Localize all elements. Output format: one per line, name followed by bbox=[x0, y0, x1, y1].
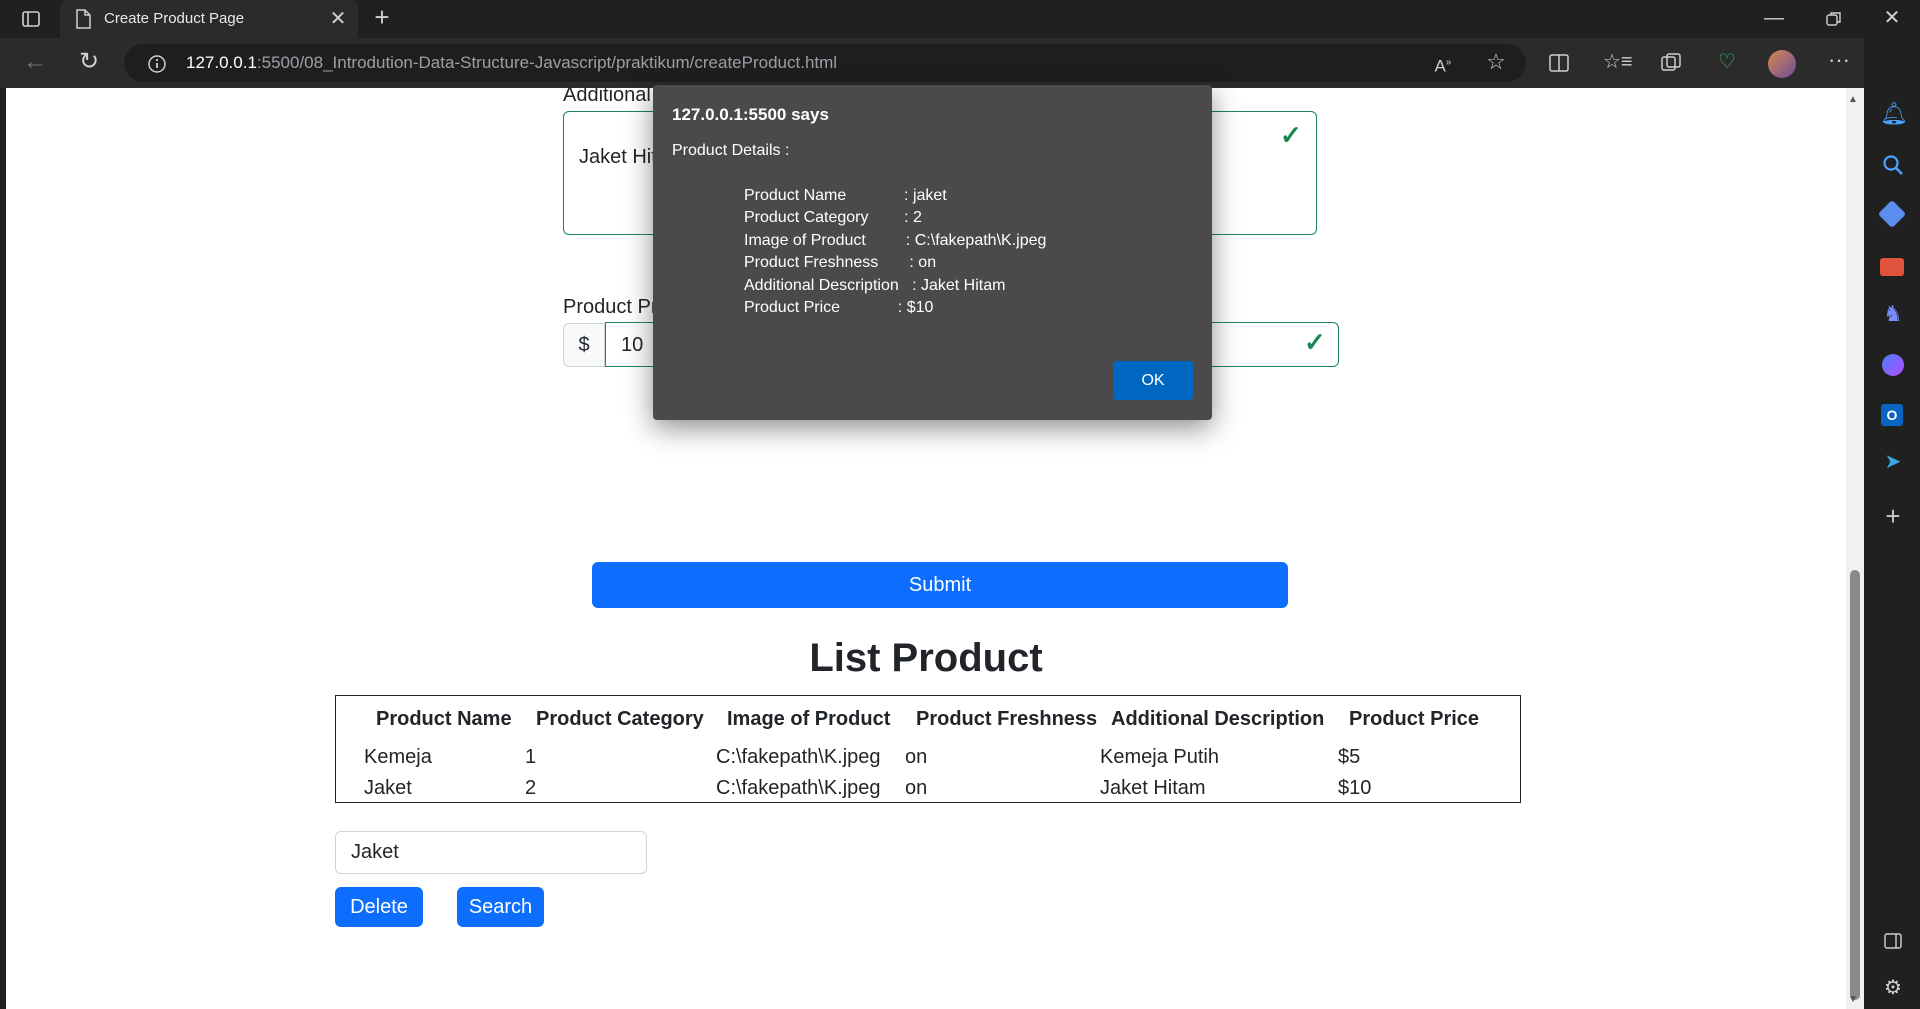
site-info-icon[interactable] bbox=[147, 54, 167, 79]
product-table: Product Name Product Category Image of P… bbox=[335, 695, 1521, 803]
profile-avatar[interactable] bbox=[1768, 50, 1796, 78]
add-sidebar-app-icon[interactable]: + bbox=[1880, 503, 1906, 529]
product-price-label: Product Pr bbox=[563, 296, 658, 318]
sidebar-search-icon[interactable] bbox=[1882, 154, 1904, 181]
collections-icon[interactable] bbox=[1660, 53, 1682, 78]
search-button[interactable]: Search bbox=[457, 887, 544, 927]
page-icon bbox=[74, 9, 92, 34]
dialog-detail-line: Product Freshness : on bbox=[744, 254, 937, 271]
additional-description-label: Additional bbox=[563, 84, 651, 106]
games-icon[interactable]: ♞ bbox=[1880, 303, 1906, 325]
cell-description: Jaket Hitam bbox=[1100, 777, 1206, 799]
dialog-detail-line: Product Price : $10 bbox=[744, 299, 934, 316]
scrollbar-thumb[interactable] bbox=[1850, 570, 1860, 1000]
list-product-title: List Product bbox=[809, 636, 1043, 680]
header-image-of-product: Image of Product bbox=[727, 708, 891, 730]
cell-product-name: Jaket bbox=[364, 777, 412, 799]
header-product-freshness: Product Freshness bbox=[916, 708, 1098, 730]
valid-check-icon: ✓ bbox=[1280, 120, 1302, 150]
dialog-subtitle: Product Details : bbox=[672, 142, 790, 159]
dialog-detail-line: Product Category : 2 bbox=[744, 209, 922, 226]
url-text: 127.0.0.1:5500/08_Introdution-Data-Struc… bbox=[186, 53, 838, 72]
favorite-star-icon[interactable]: ☆ bbox=[1483, 51, 1509, 73]
price-value: 10 bbox=[621, 334, 644, 356]
close-window-icon[interactable]: ✕ bbox=[1880, 8, 1904, 28]
cell-image: C:\fakepath\K.jpeg bbox=[716, 746, 881, 768]
tab-actions-icon[interactable] bbox=[20, 9, 42, 31]
dialog-detail-line: Additional Description : Jaket Hitam bbox=[744, 277, 1006, 294]
scroll-down-arrow-icon[interactable]: ▼ bbox=[1848, 994, 1858, 1005]
outlook-icon[interactable]: O bbox=[1881, 404, 1903, 426]
cell-product-category: 1 bbox=[525, 746, 537, 768]
dialog-title: 127.0.0.1:5500 says bbox=[672, 105, 829, 124]
header-product-price: Product Price bbox=[1349, 708, 1480, 730]
minimize-icon[interactable]: — bbox=[1762, 8, 1786, 28]
cell-price: $10 bbox=[1338, 777, 1372, 799]
delete-button[interactable]: Delete bbox=[335, 887, 423, 927]
currency-addon: $ bbox=[563, 323, 605, 367]
notification-bell-icon[interactable]: 🔔︎ bbox=[1880, 103, 1908, 125]
settings-gear-icon[interactable]: ⚙ bbox=[1880, 978, 1906, 998]
read-aloud-icon[interactable]: A» bbox=[1430, 53, 1456, 77]
refresh-icon[interactable]: ↻ bbox=[76, 50, 102, 74]
cell-description: Kemeja Putih bbox=[1100, 746, 1219, 768]
search-input[interactable]: Jaket bbox=[335, 831, 647, 874]
cell-freshness: on bbox=[905, 777, 928, 799]
cell-price: $5 bbox=[1338, 746, 1361, 768]
send-icon[interactable]: ➤ bbox=[1880, 452, 1906, 472]
scroll-up-arrow-icon[interactable]: ▲ bbox=[1848, 94, 1858, 105]
restore-icon[interactable] bbox=[1826, 11, 1842, 32]
header-product-category: Product Category bbox=[536, 708, 704, 730]
copilot-sidebar-icon[interactable] bbox=[1882, 354, 1904, 376]
tools-icon[interactable] bbox=[1880, 258, 1904, 276]
cell-product-name: Kemeja bbox=[364, 746, 432, 768]
price-valid-check-icon: ✓ bbox=[1304, 327, 1326, 357]
more-options-icon[interactable]: ··· bbox=[1826, 49, 1852, 71]
new-tab-icon[interactable]: + bbox=[370, 4, 394, 30]
submit-button[interactable]: Submit bbox=[592, 562, 1288, 608]
favorites-icon[interactable]: ☆≡ bbox=[1603, 52, 1633, 72]
sidebar-layout-icon[interactable] bbox=[1884, 933, 1902, 954]
cell-product-category: 2 bbox=[525, 777, 537, 799]
split-screen-icon[interactable] bbox=[1548, 53, 1570, 78]
header-product-name: Product Name bbox=[376, 708, 512, 730]
cell-freshness: on bbox=[905, 746, 928, 768]
ok-button[interactable]: OK bbox=[1113, 361, 1193, 400]
dialog-detail-line: Image of Product : C:\fakepath\K.jpeg bbox=[744, 232, 1047, 249]
close-tab-icon[interactable]: ✕ bbox=[328, 9, 348, 29]
header-additional-description: Additional Description bbox=[1111, 708, 1325, 730]
cell-image: C:\fakepath\K.jpeg bbox=[716, 777, 881, 799]
textarea-value: Jaket Hit bbox=[579, 146, 657, 168]
back-icon[interactable]: ← bbox=[22, 50, 48, 74]
dialog-detail-line: Product Name : jaket bbox=[744, 187, 947, 204]
tab-title: Create Product Page bbox=[104, 10, 245, 27]
browser-essentials-icon[interactable]: ♡ bbox=[1714, 52, 1740, 72]
